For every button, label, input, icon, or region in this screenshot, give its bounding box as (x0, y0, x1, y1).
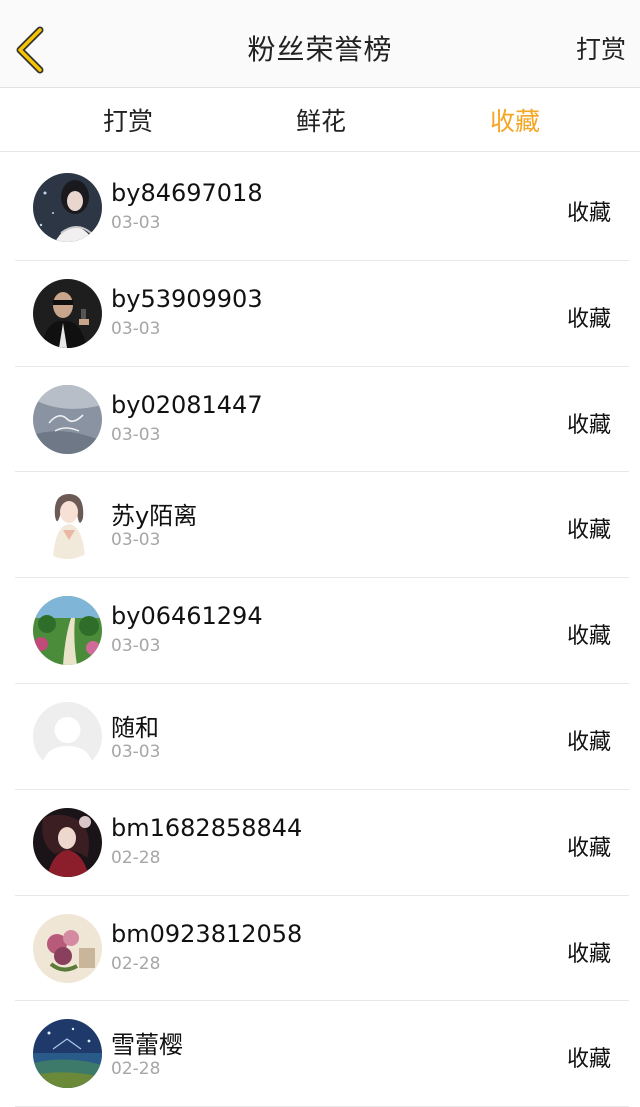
fan-date: 03-03 (111, 213, 161, 233)
fan-name: 雪蕾樱 (111, 1031, 183, 1060)
reward-button[interactable]: 打赏 (576, 30, 626, 66)
tab-bar: 打赏 鲜花 收藏 (0, 88, 640, 152)
list-item[interactable]: by53909903 03-03 收藏 (15, 261, 629, 367)
list-item[interactable]: 随和 03-03 收藏 (15, 684, 629, 790)
fan-type-label: 收藏 (566, 412, 611, 438)
fan-name: by06461294 (111, 602, 263, 631)
fan-name: by53909903 (111, 284, 263, 313)
fan-type-label: 收藏 (566, 624, 611, 650)
list-item[interactable]: 雪蕾樱 02-28 收藏 (15, 1001, 629, 1107)
fan-date: 02-28 (111, 847, 161, 868)
fan-list: by84697018 03-03 收藏 by53909903 03-03 收藏 (0, 155, 640, 1107)
avatar (33, 278, 102, 348)
fan-name: bm1682858844 (111, 813, 303, 842)
page-title: 粉丝荣誉榜 (247, 33, 393, 66)
fan-name: by84697018 (111, 179, 263, 207)
fan-name: by02081447 (111, 390, 263, 419)
navbar: 粉丝荣誉榜 打赏 (0, 0, 640, 88)
list-item[interactable]: by02081447 03-03 收藏 (15, 367, 629, 473)
fan-type-label: 收藏 (566, 306, 611, 332)
avatar (33, 913, 102, 983)
fan-date: 03-03 (111, 424, 161, 445)
list-item[interactable]: bm0923812058 02-28 收藏 (15, 896, 629, 1002)
tab-reward[interactable]: 打赏 (68, 102, 188, 138)
avatar (33, 173, 102, 242)
avatar (33, 701, 102, 771)
fan-date: 02-28 (111, 953, 161, 974)
fan-date: 03-03 (111, 318, 161, 339)
avatar (33, 490, 102, 560)
fan-date: 03-03 (111, 636, 161, 657)
list-item[interactable]: by84697018 03-03 收藏 (15, 155, 629, 261)
tab-favorites[interactable]: 收藏 (455, 102, 575, 138)
fan-date: 03-03 (111, 530, 161, 551)
fan-type-label: 收藏 (566, 835, 611, 861)
fan-date: 02-28 (111, 1059, 161, 1080)
fan-type-label: 收藏 (566, 518, 611, 544)
avatar (33, 1019, 102, 1089)
fan-name: 苏y陌离 (111, 502, 198, 531)
avatar (33, 596, 102, 666)
avatar (33, 384, 102, 454)
fan-type-label: 收藏 (566, 941, 611, 967)
fan-date: 03-03 (111, 741, 161, 762)
fan-name: bm0923812058 (111, 919, 303, 948)
list-item[interactable]: by06461294 03-03 收藏 (15, 578, 629, 684)
fan-type-label: 收藏 (566, 1047, 611, 1073)
fan-name: 随和 (111, 713, 159, 742)
fan-type-label: 收藏 (566, 729, 611, 755)
fan-type-label: 收藏 (566, 201, 611, 226)
list-item[interactable]: 苏y陌离 03-03 收藏 (15, 472, 629, 579)
list-item[interactable]: bm1682858844 02-28 收藏 (15, 790, 629, 896)
avatar (33, 807, 102, 877)
tab-flowers[interactable]: 鲜花 (261, 102, 381, 138)
